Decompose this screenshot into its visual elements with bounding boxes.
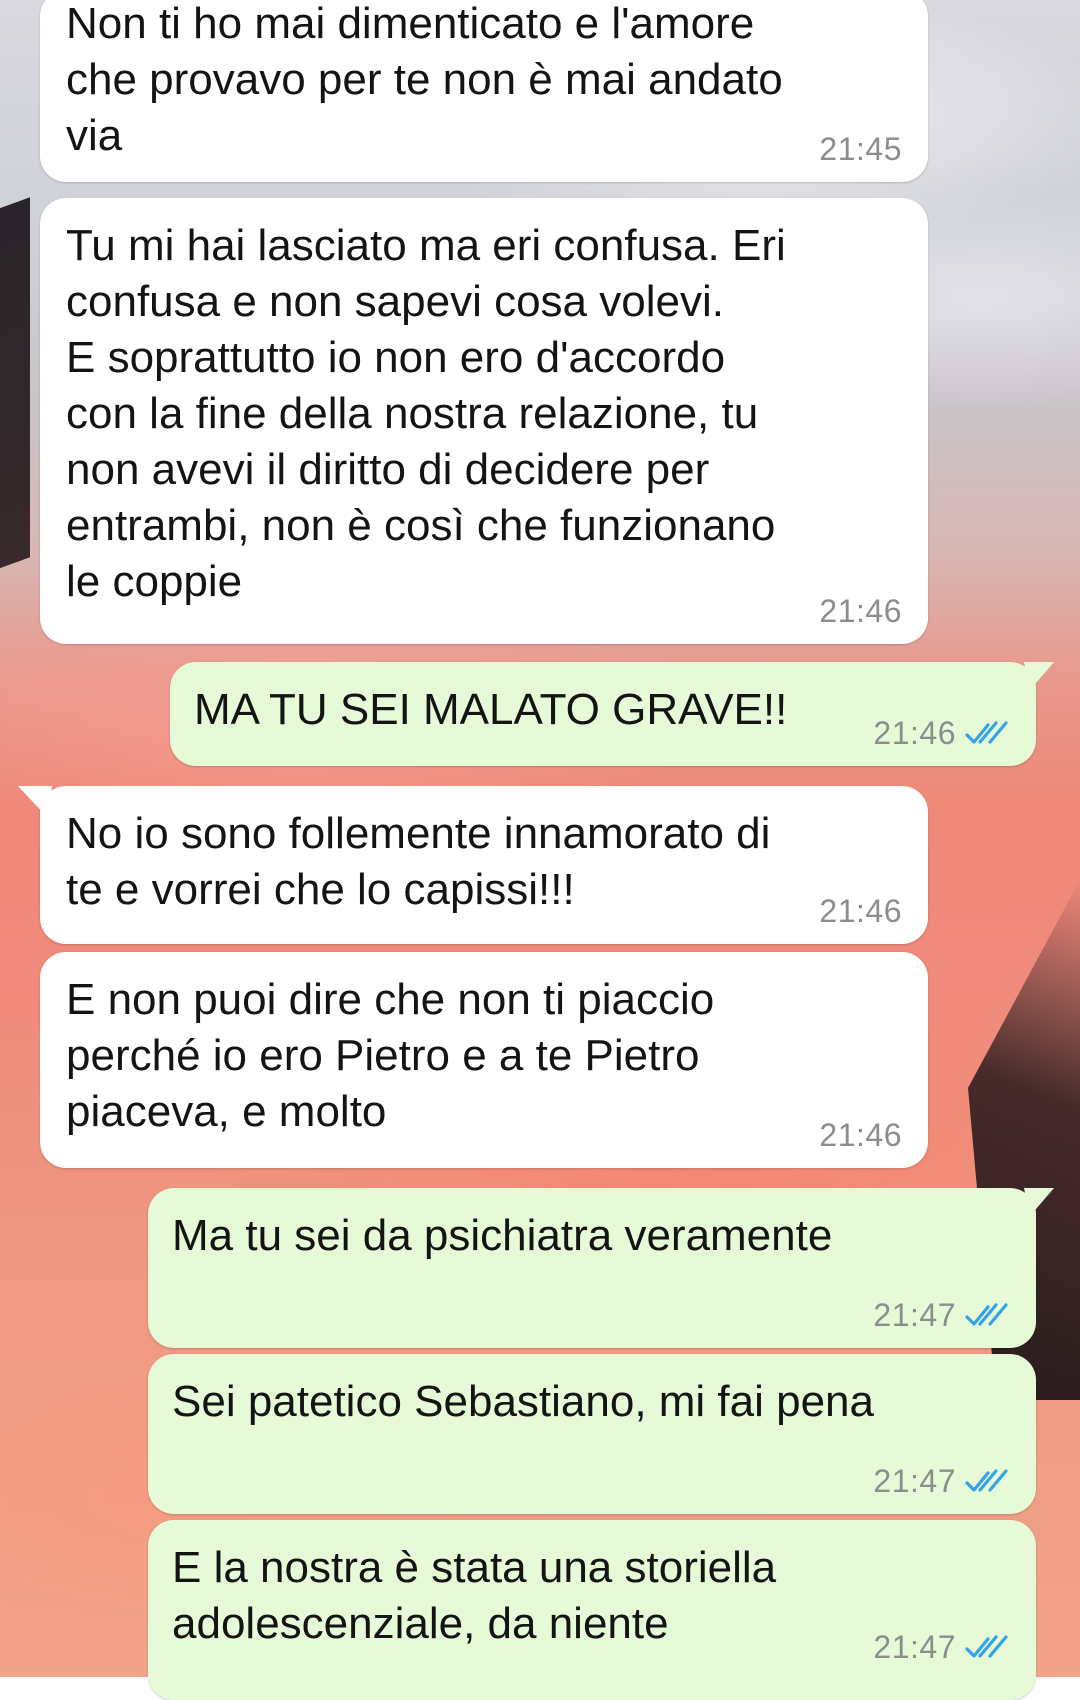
message-bubble-outgoing[interactable]: Sei patetico Sebastiano, mi fai pena 21:… xyxy=(148,1354,1036,1514)
message-meta: 21:46 xyxy=(819,593,902,630)
message-bubble-incoming[interactable]: Non ti ho mai dimenticato e l'amore che … xyxy=(40,0,928,182)
bubble-tail xyxy=(1024,1188,1054,1216)
double-check-read-icon xyxy=(965,1302,1008,1326)
message-time: 21:45 xyxy=(819,131,902,167)
message-time: 21:46 xyxy=(873,715,956,751)
message-time: 21:46 xyxy=(819,1117,902,1153)
message-time: 21:46 xyxy=(819,593,902,629)
message-time: 21:47 xyxy=(873,1463,956,1499)
message-time: 21:47 xyxy=(873,1297,956,1333)
message-text: No io sono follemente innamorato di te e… xyxy=(66,809,771,914)
message-bubble-outgoing[interactable]: E la nostra è stata una storiella adoles… xyxy=(148,1520,1036,1700)
message-meta: 21:46 xyxy=(873,715,1010,752)
message-time: 21:47 xyxy=(873,1629,956,1665)
message-meta: 21:47 xyxy=(873,1297,1010,1334)
double-check-read-icon xyxy=(965,720,1008,744)
double-check-read-icon xyxy=(965,1634,1008,1658)
message-bubble-incoming[interactable]: Tu mi hai lasciato ma eri confusa. Eri c… xyxy=(40,198,928,644)
message-meta: 21:47 xyxy=(873,1463,1010,1500)
message-bubble-incoming[interactable]: E non puoi dire che non ti piaccio perch… xyxy=(40,952,928,1168)
message-meta: 21:46 xyxy=(819,1117,902,1154)
message-bubble-incoming[interactable]: No io sono follemente innamorato di te e… xyxy=(18,786,928,944)
message-text: Tu mi hai lasciato ma eri confusa. Eri c… xyxy=(66,221,786,606)
double-check-read-icon xyxy=(965,1468,1008,1492)
message-bubble-outgoing[interactable]: Ma tu sei da psichiatra veramente 21:47 xyxy=(148,1188,1054,1348)
message-text: Non ti ho mai dimenticato e l'amore che … xyxy=(66,0,783,160)
message-text: E non puoi dire che non ti piaccio perch… xyxy=(66,975,715,1136)
message-list[interactable]: Non ti ho mai dimenticato e l'amore che … xyxy=(0,0,1080,1700)
bubble-tail xyxy=(18,786,52,816)
message-meta: 21:46 xyxy=(819,893,902,930)
message-time: 21:46 xyxy=(819,893,902,929)
bubble-tail xyxy=(1024,662,1054,690)
message-text: Sei patetico Sebastiano, mi fai pena xyxy=(172,1377,875,1426)
message-text: Ma tu sei da psichiatra veramente xyxy=(172,1211,833,1260)
message-meta: 21:45 xyxy=(819,131,902,168)
message-bubble-outgoing[interactable]: MA TU SEI MALATO GRAVE!! 21:46 xyxy=(170,662,1054,766)
message-meta: 21:47 xyxy=(873,1629,1010,1666)
